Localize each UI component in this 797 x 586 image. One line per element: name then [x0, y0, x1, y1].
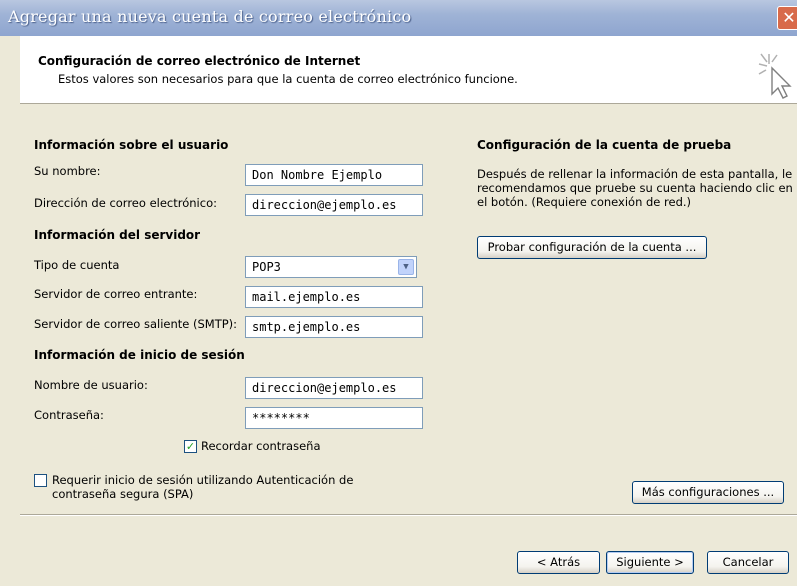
- account-type-select[interactable]: POP3 ▼: [245, 256, 417, 278]
- spa-label-line2[interactable]: contraseña segura (SPA): [52, 487, 193, 501]
- remember-password-checkbox[interactable]: ✓: [184, 440, 197, 453]
- test-description-line2: recomendamos que pruebe su cuenta hacien…: [477, 181, 793, 195]
- server-info-heading: Información del servidor: [34, 228, 201, 242]
- back-button[interactable]: < Atrás: [517, 551, 600, 574]
- name-field[interactable]: Don Nombre Ejemplo: [245, 164, 423, 186]
- outgoing-server-label: Servidor de correo saliente (SMTP):: [34, 317, 238, 331]
- footer-divider: [20, 514, 797, 516]
- next-button[interactable]: Siguiente >: [606, 551, 694, 574]
- password-field[interactable]: ********: [245, 407, 423, 429]
- account-type-value: POP3: [252, 260, 281, 274]
- incoming-server-label: Servidor de correo entrante:: [34, 287, 198, 301]
- wizard-header: Configuración de correo electrónico de I…: [20, 36, 797, 104]
- username-field[interactable]: direccion@ejemplo.es: [245, 377, 423, 399]
- email-label: Dirección de correo electrónico:: [34, 196, 217, 210]
- test-account-button[interactable]: Probar configuración de la cuenta ...: [477, 236, 707, 259]
- cancel-button[interactable]: Cancelar: [707, 551, 789, 574]
- close-button[interactable]: ✕: [777, 6, 797, 30]
- incoming-server-field[interactable]: mail.ejemplo.es: [245, 286, 423, 308]
- login-info-heading: Información de inicio de sesión: [34, 348, 245, 362]
- email-field[interactable]: direccion@ejemplo.es: [245, 194, 423, 216]
- dialog-window: Agregar una nueva cuenta de correo elect…: [0, 0, 797, 586]
- header-subtitle: Estos valores son necesarios para que la…: [58, 72, 518, 86]
- header-title: Configuración de correo electrónico de I…: [38, 54, 361, 68]
- account-type-label: Tipo de cuenta: [34, 258, 120, 272]
- wizard-cursor-icon: [758, 53, 792, 99]
- chevron-down-icon[interactable]: ▼: [398, 259, 414, 275]
- close-icon: ✕: [782, 8, 796, 27]
- spa-checkbox[interactable]: [34, 474, 47, 487]
- username-label: Nombre de usuario:: [34, 378, 148, 392]
- test-description-line1: Después de rellenar la información de es…: [477, 167, 793, 181]
- remember-password-label[interactable]: Recordar contraseña: [201, 439, 321, 453]
- window-title: Agregar una nueva cuenta de correo elect…: [8, 7, 412, 26]
- more-settings-button[interactable]: Más configuraciones ...: [632, 481, 784, 504]
- test-description-line3: el botón. (Requiere conexión de red.): [477, 195, 692, 209]
- checkmark-icon: ✓: [185, 440, 196, 453]
- test-heading: Configuración de la cuenta de prueba: [477, 138, 732, 152]
- user-info-heading: Información sobre el usuario: [34, 138, 229, 152]
- name-label: Su nombre:: [34, 164, 101, 178]
- outgoing-server-field[interactable]: smtp.ejemplo.es: [245, 316, 423, 338]
- spa-label-line1[interactable]: Requerir inicio de sesión utilizando Aut…: [52, 473, 353, 487]
- password-label: Contraseña:: [34, 408, 104, 422]
- title-bar[interactable]: Agregar una nueva cuenta de correo elect…: [0, 0, 797, 36]
